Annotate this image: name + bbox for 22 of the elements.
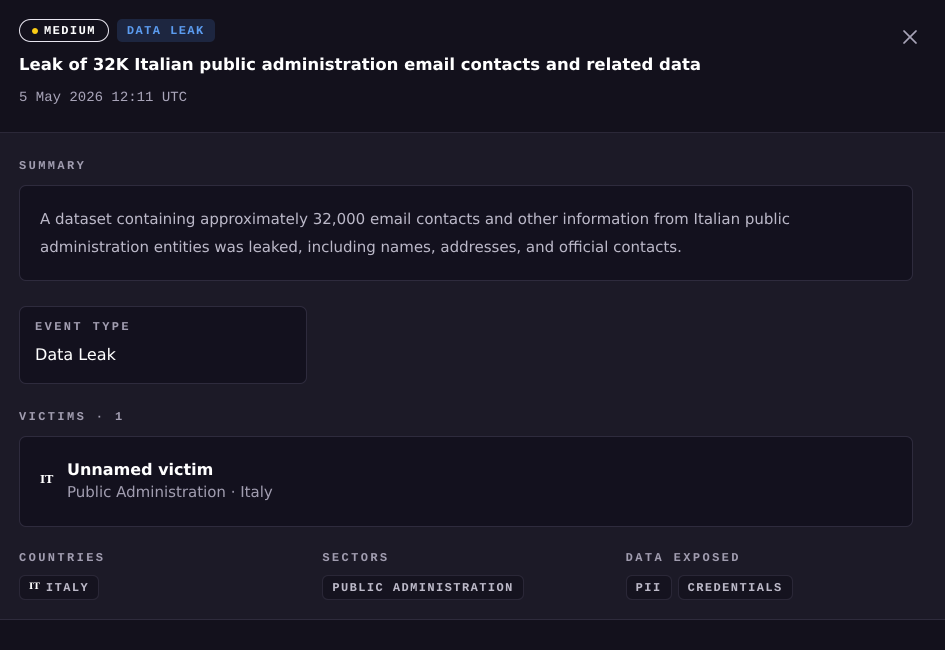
section-label: VICTIMS · 1 [19,409,126,426]
flag-code: IT [29,580,40,594]
tag-text: ITALY [46,580,90,596]
tag-chip: PUBLIC ADMINISTRATION [322,575,524,600]
section-label: SUMMARY [19,158,88,175]
tag-chip: PII [626,575,672,600]
event-title: Leak of 32K Italian public administration email contacts and related data [19,54,702,76]
event-timestamp: 5 May 2026 12:11 UTC [19,89,188,108]
severity-badge: MEDIUM [19,19,109,42]
event-type-value: Data Leak [35,344,117,366]
close-icon[interactable] [903,30,917,44]
section-label: SECTORS [322,550,391,567]
category-badge: DATA LEAK [116,19,215,42]
section-label: DATA EXPOSED [626,550,742,567]
tag-chip: CREDENTIALS [678,575,793,600]
flag-code: IT [40,472,54,488]
summary-text: A dataset containing approximately 32,000 email contacts and other information from Italian public administration entities was leaked, including names, addresses, and official contacts. [40,209,791,258]
field-label: EVENT TYPE [35,319,132,336]
victim-name: Unnamed victim [67,458,214,480]
victim-card[interactable]: IT Unnamed victim Public Administration · Italy [19,436,913,527]
section-label: COUNTRIES [19,550,106,567]
victim-detail: Public Administration · Italy [67,482,273,502]
